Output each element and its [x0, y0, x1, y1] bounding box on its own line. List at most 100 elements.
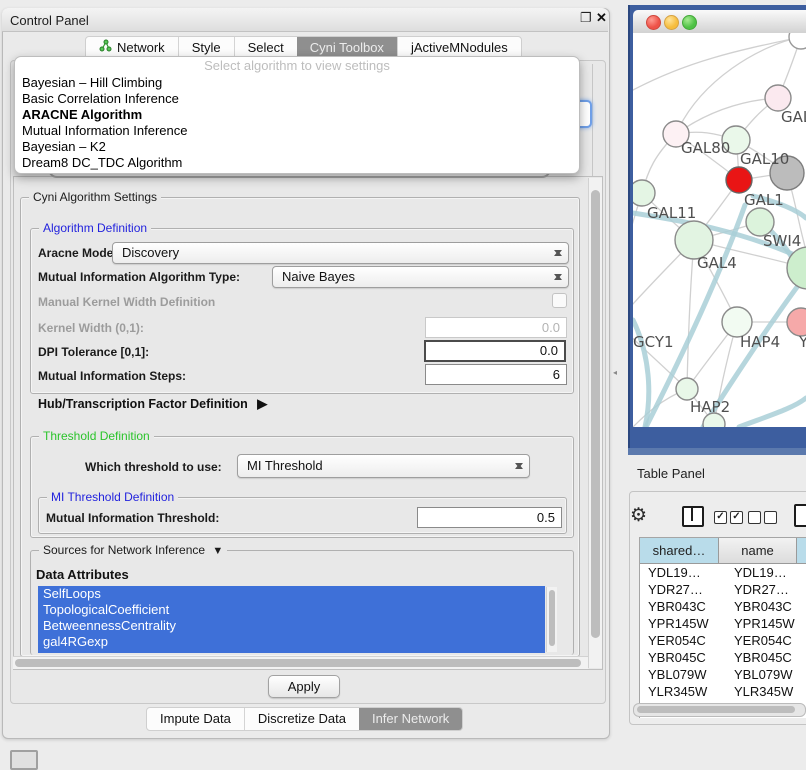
column-header[interactable]: shared… — [640, 538, 719, 564]
group-title: Algorithm Definition — [39, 221, 151, 235]
tab-label: Discretize Data — [258, 708, 346, 730]
dropdown-option[interactable]: Bayesian – Hill Climbing — [15, 75, 579, 91]
hub-definition-label: Hub/Transcription Factor Definition — [38, 397, 248, 411]
network-node-hap2[interactable] — [676, 378, 698, 400]
attribute-list-item[interactable]: gal4RGexp — [38, 634, 545, 650]
tab-label: Infer Network — [372, 708, 449, 730]
which-threshold-label: Which threshold to use: — [85, 460, 222, 474]
column-header[interactable]: name — [719, 538, 797, 564]
close-window-icon[interactable]: ✕ — [596, 12, 608, 24]
aracne-mode-value: Discovery — [122, 245, 179, 260]
close-traffic-light[interactable] — [646, 15, 661, 30]
collapse-down-icon: ▼ — [212, 545, 223, 557]
kernel-width-label: Kernel Width (0,1): — [38, 321, 144, 335]
mi-type-select[interactable]: Naive Bayes — [272, 266, 569, 288]
aracne-mode-select[interactable]: Discovery — [112, 242, 569, 264]
table-header-row: shared…name — [640, 538, 806, 564]
network-view-canvas[interactable]: GALGAL80GAL10GAL1GAL11SWI4GAL4GCY1HAP4YH… — [633, 33, 806, 427]
checked-pair-icon[interactable]: ✓ ✓ — [714, 511, 743, 524]
attribute-list-item[interactable]: BetweennessCentrality — [38, 618, 545, 634]
bottom-left-widget[interactable] — [10, 750, 38, 770]
network-edge — [687, 240, 694, 389]
dropdown-option[interactable]: Basic Correlation Inference — [15, 91, 579, 107]
checkbox-checked-icon: ✓ — [730, 511, 743, 524]
mi-steps-label: Mutual Information Steps: — [38, 369, 186, 383]
dropdown-option[interactable]: Dream8 DC_TDC Algorithm — [15, 155, 579, 171]
table-cell: YBL079W — [640, 666, 726, 683]
sources-toggle[interactable]: Sources for Network Inference ▼ — [39, 543, 227, 557]
table-cell: YER054C — [726, 632, 806, 649]
table-row[interactable]: YBL079WYBL079W — [640, 666, 806, 683]
screen: { "window": { "title": "Control Panel" }… — [0, 0, 806, 762]
expand-right-icon: ▶ — [257, 396, 267, 411]
cyni-bottom-tabbar: Impute Data Discretize Data Infer Network — [146, 707, 463, 731]
table-row[interactable]: YPR145WYPR145W9. — [640, 615, 806, 632]
table-cell: YDL19… — [726, 564, 806, 581]
apply-button[interactable]: Apply — [268, 675, 340, 698]
unchecked-pair-icon[interactable] — [748, 511, 777, 524]
node-label: HAP2 — [690, 398, 730, 416]
splitter-handle-icon[interactable]: ◂ — [613, 369, 619, 376]
page-icon[interactable] — [794, 504, 806, 527]
main-window-frame-edge — [628, 448, 806, 455]
combo-arrows-icon — [553, 246, 562, 260]
column-header[interactable] — [797, 538, 806, 564]
network-node-gal1[interactable] — [726, 167, 752, 193]
network-node-gal11[interactable] — [633, 180, 655, 206]
node-label: GAL4 — [697, 254, 737, 272]
minimize-traffic-light[interactable] — [664, 15, 679, 30]
mi-threshold-field[interactable]: 0.5 — [417, 507, 562, 528]
float-window-icon[interactable]: ❐ — [580, 12, 592, 24]
table-row[interactable]: YDL19…YDL19…13 — [640, 564, 806, 581]
table-row[interactable]: YBR043CYBR043C — [640, 598, 806, 615]
which-threshold-select[interactable]: MI Threshold — [237, 454, 530, 478]
network-edge — [739, 398, 806, 427]
combo-arrows-icon — [514, 459, 523, 473]
tab-discretize-data[interactable]: Discretize Data — [244, 708, 359, 730]
gear-icon[interactable]: ⚙ — [630, 504, 647, 527]
which-threshold-value: MI Threshold — [247, 458, 323, 473]
node-label: GAL — [781, 108, 806, 126]
table-row[interactable]: YBR045CYBR045C9. — [640, 649, 806, 666]
dropdown-option[interactable]: ARACNE Algorithm — [15, 107, 579, 123]
hub-definition-toggle[interactable]: Hub/Transcription Factor Definition ▶ — [38, 396, 267, 412]
table-cell: YBR043C — [726, 598, 806, 615]
dropdown-option[interactable]: Mutual Information Inference — [15, 123, 579, 139]
table-cell: YLR345W — [726, 683, 806, 700]
attributes-scrollbar[interactable] — [546, 587, 557, 652]
tab-impute-data[interactable]: Impute Data — [147, 708, 244, 730]
attribute-list-item[interactable]: TopologicalCoefficient — [38, 602, 545, 618]
table-row[interactable]: YDR27…YDR27…12 — [640, 581, 806, 598]
table-cell: YPR145W — [726, 615, 806, 632]
node-label: GCY1 — [633, 333, 674, 351]
settings-vertical-scrollbar[interactable] — [588, 178, 602, 668]
mi-threshold-label: Mutual Information Threshold: — [46, 511, 219, 525]
settings-horizontal-scrollbar[interactable] — [13, 656, 588, 669]
mi-steps-field[interactable]: 6 — [425, 364, 567, 385]
attribute-list-item[interactable]: SelfLoops — [38, 586, 545, 602]
table-panel-title: Table Panel — [637, 466, 705, 481]
split-columns-icon[interactable] — [682, 506, 704, 527]
table-row[interactable]: YER054CYER054C8. — [640, 632, 806, 649]
table-cell: YDR27… — [640, 581, 726, 598]
zoom-traffic-light[interactable] — [682, 15, 697, 30]
table-cell: YBR043C — [640, 598, 726, 615]
node-label: SWI4 — [763, 232, 801, 250]
network-node[interactable] — [789, 33, 806, 49]
network-window-titlebar — [633, 10, 806, 34]
manual-kernel-label: Manual Kernel Width Definition — [38, 295, 215, 309]
group-title: MI Threshold Definition — [47, 490, 178, 504]
table-horizontal-scrollbar[interactable] — [633, 703, 806, 717]
checkbox-unchecked-icon — [748, 511, 761, 524]
network-node-y[interactable] — [787, 308, 806, 336]
node-label: GAL80 — [681, 139, 730, 157]
dpi-tolerance-field[interactable]: 0.0 — [424, 340, 566, 362]
dropdown-option[interactable]: Bayesian – K2 — [15, 139, 579, 155]
tab-infer-network[interactable]: Infer Network — [359, 708, 462, 730]
table-row[interactable]: YLR345WYLR345W9. — [640, 683, 806, 700]
data-attributes-list: SelfLoopsTopologicalCoefficientBetweenne… — [38, 586, 545, 653]
data-attributes-label: Data Attributes — [36, 567, 129, 582]
sources-title: Sources for Network Inference — [43, 543, 205, 557]
attribute-table: shared…name YDL19…YDL19…13YDR27…YDR27…12… — [639, 537, 806, 718]
groupbox-edge-fragment — [592, 64, 593, 176]
